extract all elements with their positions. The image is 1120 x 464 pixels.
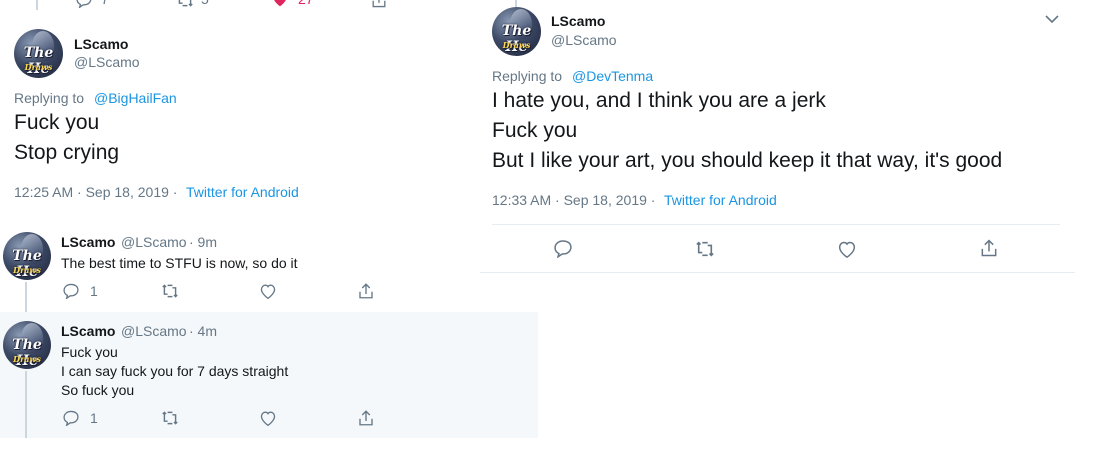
display-name[interactable]: LScamo (551, 13, 605, 29)
avatar[interactable]: The He Draws (3, 232, 51, 280)
like-icon-active[interactable] (271, 0, 289, 7)
reply-icon[interactable] (62, 283, 80, 299)
thread-line (25, 282, 27, 312)
handle[interactable]: @LScamo (551, 32, 617, 48)
display-name[interactable]: LScamo (74, 36, 128, 52)
retweet-icon[interactable] (160, 283, 180, 299)
reply-icon[interactable] (75, 0, 93, 8)
retweet-icon[interactable] (694, 240, 716, 258)
like-icon[interactable] (259, 283, 277, 299)
reply-icon[interactable] (62, 410, 80, 426)
avatar-subtext: Draws (502, 40, 531, 50)
handle[interactable]: @LScamo (74, 54, 140, 70)
avatar-subtext: Draws (13, 354, 41, 364)
reply-text-line: Fuck you (61, 344, 118, 360)
like-icon[interactable] (259, 410, 277, 426)
replying-to-prefix: Replying to (492, 68, 563, 84)
share-icon[interactable] (357, 282, 375, 300)
tweet-text-line: Fuck you (492, 119, 578, 142)
tweet-text-line: I hate you, and I think you are a jerk (492, 89, 826, 112)
display-name[interactable]: LScamo (61, 234, 115, 250)
handle[interactable]: @LScamo (121, 234, 187, 250)
reply-icon[interactable] (553, 239, 573, 258)
prev-like-count: 27 (298, 0, 314, 7)
retweet-icon[interactable] (160, 410, 180, 426)
avatar-text: The He (12, 248, 42, 280)
reply-count: 1 (90, 283, 98, 299)
avatar-text: The He (12, 337, 42, 369)
tweet-age[interactable]: · 9m (189, 234, 217, 250)
handle[interactable]: @LScamo (121, 323, 187, 339)
tweet-source-link[interactable]: Twitter for Android (186, 184, 299, 200)
avatar[interactable]: The He Draws (492, 7, 541, 56)
reply-count: 1 (90, 410, 98, 426)
share-icon[interactable] (357, 409, 375, 427)
thread-line-top (36, 0, 38, 10)
avatar[interactable]: The He Draws (14, 29, 63, 78)
avatar-text: The He (501, 23, 532, 55)
tweet-text-line: Stop crying (14, 141, 120, 164)
prev-reply-count: 7 (101, 0, 109, 7)
tweet-source-link[interactable]: Twitter for Android (664, 192, 777, 208)
avatar-subtext: Draws (24, 62, 53, 72)
tweet-text-line: Fuck you (14, 111, 100, 134)
reply-text-line: The best time to STFU is now, so do it (61, 255, 298, 271)
share-icon[interactable] (370, 0, 388, 8)
share-icon[interactable] (979, 238, 999, 258)
display-name[interactable]: LScamo (61, 323, 115, 339)
prev-retweet-count: 5 (201, 0, 209, 7)
replying-to-prefix: Replying to (14, 90, 85, 106)
like-icon[interactable] (837, 240, 857, 258)
divider (492, 224, 1060, 225)
tweet-age[interactable]: · 4m (189, 323, 217, 339)
tweet-text-line: But I like your art, you should keep it … (492, 149, 1003, 172)
chevron-down-icon[interactable] (1044, 13, 1060, 25)
tweet-timestamp[interactable]: 12:33 AM · Sep 18, 2019 · (492, 192, 655, 208)
retweet-icon[interactable] (175, 0, 195, 8)
thread-line (25, 371, 27, 438)
reply-text-line: So fuck you (61, 382, 135, 398)
tweet-timestamp[interactable]: 12:25 AM · Sep 18, 2019 · (14, 184, 177, 200)
divider (480, 272, 1075, 273)
replying-to-link[interactable]: @BigHailFan (94, 90, 177, 106)
avatar[interactable]: The He Draws (3, 321, 51, 369)
avatar-subtext: Draws (13, 265, 41, 275)
avatar-text: The He (23, 45, 54, 77)
replying-to-link[interactable]: @DevTenma (572, 68, 653, 84)
reply-text-line: I can say fuck you for 7 days straight (61, 363, 289, 379)
